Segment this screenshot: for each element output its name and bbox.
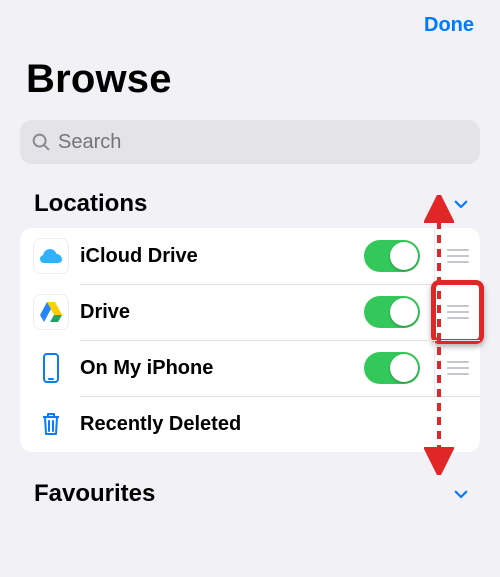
list-item[interactable]: iCloud Drive (20, 228, 480, 284)
toggle-switch[interactable] (364, 240, 420, 272)
locations-list: iCloud Drive Drive (20, 228, 480, 452)
reorder-handle[interactable] (434, 284, 480, 340)
iphone-icon (34, 351, 68, 385)
chevron-down-icon (452, 485, 470, 503)
list-item-label: Drive (80, 301, 364, 324)
list-item[interactable]: Recently Deleted (20, 396, 480, 452)
list-item-label: iCloud Drive (80, 245, 364, 268)
list-item-label: On My iPhone (80, 357, 364, 380)
favourites-header[interactable]: Favourites (34, 480, 155, 508)
toggle-switch[interactable] (364, 296, 420, 328)
grip-icon (447, 305, 469, 319)
page-title: Browse (0, 47, 500, 120)
chevron-down-icon (452, 195, 470, 213)
list-item[interactable]: On My iPhone (20, 340, 480, 396)
toggle-switch[interactable] (364, 352, 420, 384)
trash-icon (34, 407, 68, 441)
list-item-label: Recently Deleted (80, 413, 464, 436)
icloud-icon (34, 239, 68, 273)
search-field[interactable] (20, 120, 480, 164)
done-button[interactable]: Done (424, 14, 474, 37)
reorder-handle[interactable] (434, 340, 480, 396)
locations-header[interactable]: Locations (34, 190, 147, 218)
grip-icon (447, 361, 469, 375)
reorder-handle[interactable] (434, 228, 480, 284)
list-item[interactable]: Drive (20, 284, 480, 340)
gdrive-icon (34, 295, 68, 329)
search-icon (30, 131, 52, 153)
search-input[interactable] (58, 131, 470, 154)
grip-icon (447, 249, 469, 263)
